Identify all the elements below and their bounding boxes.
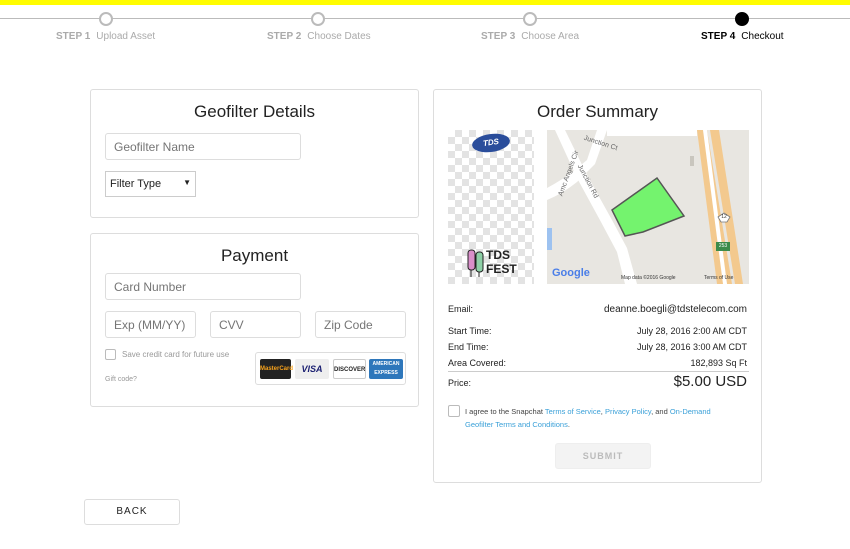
back-button[interactable]: BACK	[84, 499, 180, 525]
expiry-input[interactable]	[105, 311, 196, 338]
step-4-label[interactable]: STEP 4 Checkout	[701, 31, 784, 42]
gift-code-link[interactable]: Gift code?	[105, 376, 137, 383]
mastercard-icon: MasterCard	[260, 359, 293, 379]
step-3-label[interactable]: STEP 3 Choose Area	[481, 31, 579, 42]
step-1-dot[interactable]	[99, 12, 113, 26]
amex-icon: AMERICAN EXPRESS	[369, 359, 403, 379]
step-3-dot[interactable]	[523, 12, 537, 26]
end-time-value: July 28, 2016 3:00 AM CDT	[636, 342, 747, 352]
payment-card: Payment Save credit card for future use …	[90, 233, 419, 407]
email-value: deanne.boegli@tdstelecom.com	[603, 304, 747, 315]
end-time-label: End Time:	[448, 342, 489, 352]
tds-logo-icon: TDS	[470, 131, 512, 155]
tds-fest-text: TDS FEST	[486, 248, 517, 276]
order-summary-card: Order Summary TDS TDS FEST Junction Ct J…	[433, 89, 762, 483]
visa-icon: VISA	[295, 359, 329, 379]
top-accent-bar	[0, 0, 850, 5]
save-card-label: Save credit card for future use	[122, 350, 230, 359]
map-data-attribution: Map data ©2016 Google	[621, 275, 676, 281]
save-card-checkbox[interactable]	[105, 349, 116, 360]
area-covered-label: Area Covered:	[448, 358, 507, 368]
geofilter-asset-preview: TDS TDS FEST	[448, 130, 534, 284]
accepted-cards: MasterCard VISA DISCOVER AMERICAN EXPRES…	[255, 352, 406, 385]
filter-type-value: Filter Type	[110, 178, 162, 190]
card-number-input[interactable]	[105, 273, 301, 300]
popsicle-icon	[467, 249, 484, 277]
dropdown-arrow-icon: ▼	[183, 178, 191, 187]
stepper-line	[0, 18, 850, 19]
geofilter-name-input[interactable]	[105, 133, 301, 160]
area-covered-value: 182,893 Sq Ft	[690, 358, 747, 368]
step-2-dot[interactable]	[311, 12, 325, 26]
step-1-label[interactable]: STEP 1 Upload Asset	[56, 31, 155, 42]
step-2-label[interactable]: STEP 2 Choose Dates	[267, 31, 371, 42]
map-terms-link[interactable]: Terms of Use	[704, 275, 733, 281]
discover-icon: DISCOVER	[333, 359, 366, 379]
cvv-input[interactable]	[210, 311, 301, 338]
payment-title: Payment	[220, 246, 289, 265]
start-time-value: July 28, 2016 2:00 AM CDT	[636, 326, 747, 336]
order-summary-title: Order Summary	[537, 102, 658, 121]
privacy-policy-link[interactable]: Privacy Policy	[605, 407, 651, 416]
start-time-label: Start Time:	[448, 326, 492, 336]
zip-code-input[interactable]	[315, 311, 406, 338]
step-4-dot[interactable]	[735, 12, 749, 26]
price-value: $5.00 USD	[673, 373, 747, 390]
filter-type-select[interactable]: Filter Type ▼	[105, 171, 196, 197]
geofilter-details-title: Geofilter Details	[194, 102, 315, 121]
price-label: Price:	[448, 378, 472, 388]
google-logo: Google	[552, 267, 590, 279]
agree-terms-checkbox[interactable]	[448, 405, 460, 417]
terms-of-service-link[interactable]: Terms of Service	[545, 407, 601, 416]
geofilter-details-card: Geofilter Details Filter Type ▼	[90, 89, 419, 218]
email-label: Email:	[448, 304, 474, 314]
route-12-badge: 12	[721, 214, 727, 220]
agree-terms-text: I agree to the Snapchat Terms of Service…	[465, 407, 711, 429]
summary-divider	[448, 371, 749, 372]
coverage-map: Junction Ct Junction Rd Amc Angels Cir 1…	[547, 130, 749, 284]
route-253-badge: 253	[718, 243, 728, 249]
submit-button[interactable]: SUBMIT	[555, 443, 651, 469]
